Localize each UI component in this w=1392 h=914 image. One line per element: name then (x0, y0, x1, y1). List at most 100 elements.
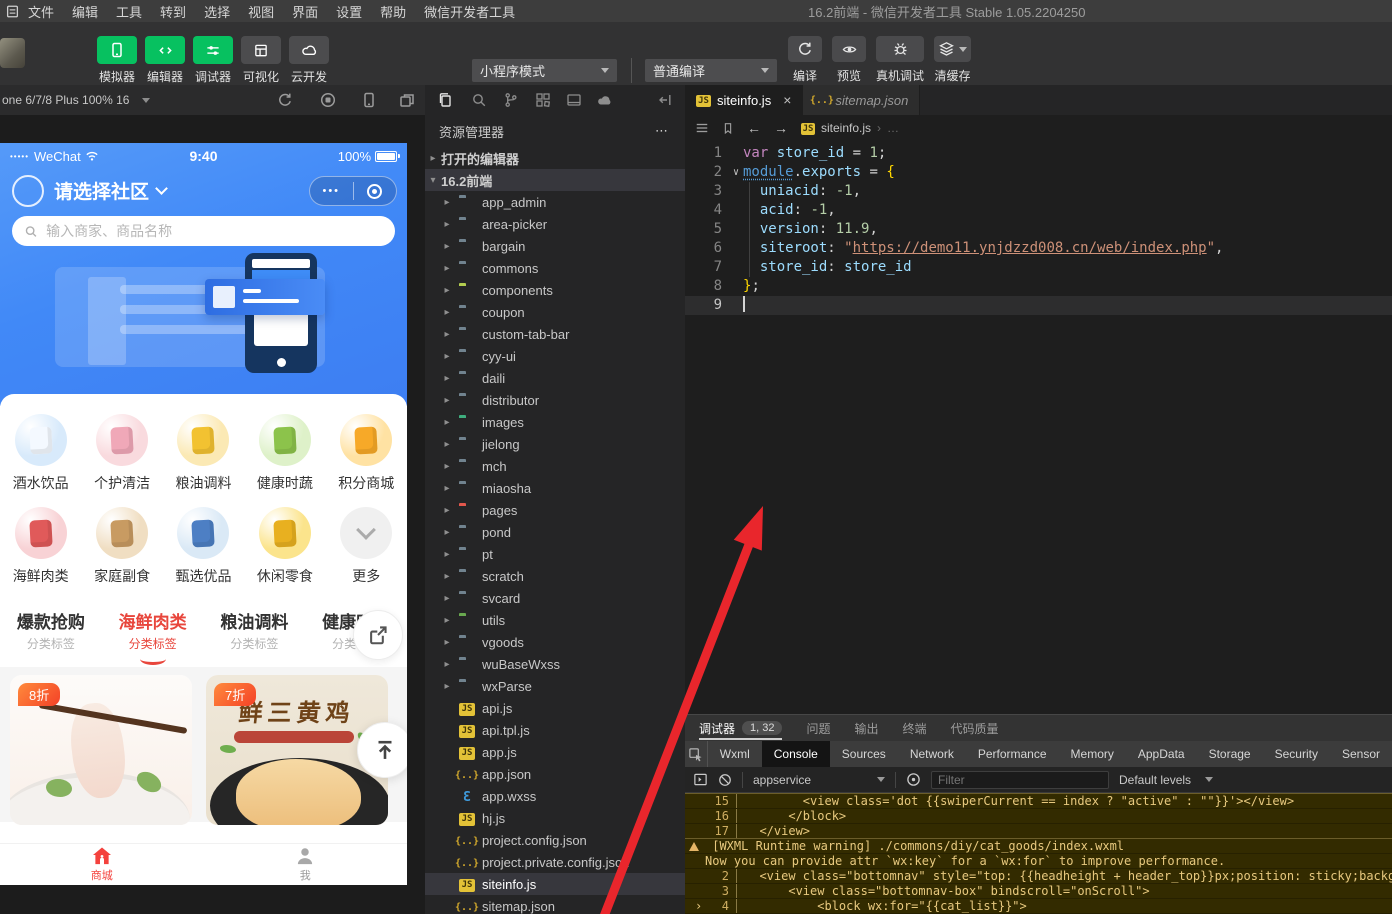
stop-icon[interactable] (320, 92, 336, 108)
category-item-更多[interactable]: 更多 (326, 507, 407, 586)
panel-tab-问题[interactable]: 问题 (806, 715, 830, 741)
menu-item-3[interactable]: 转到 (151, 2, 195, 21)
devtools-tab-Wxml[interactable]: Wxml (708, 741, 762, 767)
community-avatar[interactable] (12, 175, 44, 207)
toolbar-button-调试器[interactable]: 调试器 (191, 36, 235, 85)
console-row-1[interactable]: 16 </block> (685, 808, 1392, 823)
category-item-休闲零食[interactable]: 休闲零食 (244, 507, 325, 586)
more-actions-icon[interactable]: ⋯ (655, 123, 669, 139)
fold-icon[interactable]: ∨ (733, 163, 739, 182)
close-target-button[interactable] (354, 184, 397, 199)
menu-item-7[interactable]: 设置 (327, 2, 371, 21)
action-button-预览[interactable]: 预览 (832, 36, 866, 84)
menu-item-4[interactable]: 选择 (195, 2, 239, 21)
tree-item-jielong[interactable]: ▸jielong (425, 433, 685, 455)
share-button[interactable] (353, 610, 403, 660)
inspect-element-icon[interactable] (685, 741, 708, 767)
tree-item-sitemap.json[interactable]: {..}sitemap.json (425, 895, 685, 914)
menu-item-9[interactable]: 微信开发者工具 (415, 2, 524, 21)
community-title[interactable]: 请选择社区 (54, 177, 149, 204)
devtools-tab-Sources[interactable]: Sources (830, 741, 898, 767)
refresh-icon[interactable] (277, 92, 293, 108)
close-icon[interactable]: × (783, 92, 791, 108)
devtools-tab-Security[interactable]: Security (1263, 741, 1330, 767)
tree-item-area-picker[interactable]: ▸area-picker (425, 213, 685, 235)
action-button-真机调试[interactable]: 真机调试 (876, 36, 924, 84)
console-row-3[interactable]: [WXML Runtime warning] ./commons/diy/cat… (685, 838, 1392, 853)
eye-watch-icon[interactable] (906, 772, 921, 787)
sidebar-toggle-icon[interactable] (693, 772, 708, 787)
tree-item-distributor[interactable]: ▸distributor (425, 389, 685, 411)
tabbar-item-商城[interactable]: 商城 (0, 844, 204, 885)
tree-item-daili[interactable]: ▸daili (425, 367, 685, 389)
tree-item-custom-tab-bar[interactable]: ▸custom-tab-bar (425, 323, 685, 345)
menu-item-2[interactable]: 工具 (107, 2, 151, 21)
tree-item-components[interactable]: ▸components (425, 279, 685, 301)
back-arrow-icon[interactable]: ← (747, 120, 761, 136)
panel-tab-代码质量[interactable]: 代码质量 (951, 715, 999, 741)
menu-item-5[interactable]: 视图 (239, 2, 283, 21)
tree-item-coupon[interactable]: ▸coupon (425, 301, 685, 323)
breadcrumb-file[interactable]: JS siteinfo.js › … (801, 121, 899, 135)
remote-window-icon[interactable] (566, 92, 582, 108)
devtools-tab-Console[interactable]: Console (762, 741, 830, 767)
menu-item-8[interactable]: 帮助 (371, 2, 415, 21)
category-item-酒水饮品[interactable]: 酒水饮品 (0, 414, 81, 493)
devtools-tab-AppData[interactable]: AppData (1126, 741, 1197, 767)
console-output[interactable]: 15 <view class='dot {{swiperCurrent == i… (685, 793, 1392, 914)
toolbar-button-编辑器[interactable]: 编辑器 (143, 36, 187, 85)
category-item-健康时蔬[interactable]: 健康时蔬 (244, 414, 325, 493)
clear-console-icon[interactable] (718, 773, 732, 787)
tree-item-vgoods[interactable]: ▸vgoods (425, 631, 685, 653)
search-icon[interactable] (471, 92, 487, 108)
menu-item-1[interactable]: 编辑 (63, 2, 107, 21)
console-row-5[interactable]: 2 <view class="bottomnav" style="top: {{… (685, 868, 1392, 883)
tree-item-api.js[interactable]: JSapi.js (425, 697, 685, 719)
collapse-sidebar-icon[interactable] (657, 92, 673, 108)
category-item-个护清洁[interactable]: 个护清洁 (81, 414, 162, 493)
mode-select[interactable]: 小程序模式 (472, 59, 617, 82)
devtools-tab-Storage[interactable]: Storage (1197, 741, 1263, 767)
outline-list-icon[interactable] (695, 121, 709, 135)
tabbar-item-我[interactable]: 我 (204, 844, 408, 885)
tree-item-project.config.json[interactable]: {..}project.config.json (425, 829, 685, 851)
devtools-tab-Memory[interactable]: Memory (1059, 741, 1126, 767)
tree-item-hj.js[interactable]: JShj.js (425, 807, 685, 829)
tree-item-cyy-ui[interactable]: ▸cyy-ui (425, 345, 685, 367)
context-select[interactable]: appservice (753, 773, 885, 787)
expand-icon[interactable]: › (695, 899, 702, 913)
cloud-icon[interactable] (596, 92, 613, 108)
user-avatar[interactable] (0, 38, 25, 68)
more-menu-button[interactable]: ••• (310, 177, 353, 205)
tree-item-miaosha[interactable]: ▸miaosha (425, 477, 685, 499)
panel-tab-输出[interactable]: 输出 (855, 715, 879, 741)
code-area[interactable]: 1var store_id = 1;2∨module.exports = {3 … (685, 141, 1392, 315)
category-item-甄选优品[interactable]: 甄选优品 (163, 507, 244, 586)
phone-icon[interactable] (361, 92, 377, 108)
console-row-2[interactable]: 17 </view> (685, 823, 1392, 838)
tree-item-app.json[interactable]: {..}app.json (425, 763, 685, 785)
tree-item-svcard[interactable]: ▸svcard (425, 587, 685, 609)
tree-item-app_admin[interactable]: ▸app_admin (425, 191, 685, 213)
tree-item-pond[interactable]: ▸pond (425, 521, 685, 543)
tree-item-mch[interactable]: ▸mch (425, 455, 685, 477)
devtools-tab-Performance[interactable]: Performance (966, 741, 1059, 767)
tree-item-scratch[interactable]: ▸scratch (425, 565, 685, 587)
search-bar[interactable] (12, 216, 395, 246)
panel-tab-终端[interactable]: 终端 (903, 715, 927, 741)
device-selector[interactable]: one 6/7/8 Plus 100% 16 (2, 93, 150, 107)
tree-item-wuBaseWxss[interactable]: ▸wuBaseWxss (425, 653, 685, 675)
editor-tab-sitemap.json[interactable]: {..}sitemap.json (803, 85, 920, 115)
git-branch-icon[interactable] (503, 92, 519, 108)
toolbar-button-云开发[interactable]: 云开发 (287, 36, 331, 85)
tree-item-commons[interactable]: ▸commons (425, 257, 685, 279)
explorer-files-icon[interactable] (437, 92, 453, 108)
devtools-tab-Sensor[interactable]: Sensor (1330, 741, 1392, 767)
console-row-7[interactable]: 4› <block wx:for="{{cat_list}}"> (685, 898, 1392, 913)
action-button-清缓存[interactable]: 清缓存 (934, 36, 971, 84)
tag-tab-海鲜肉类[interactable]: 海鲜肉类分类标签 (102, 608, 204, 665)
product-card-1[interactable]: 8折 (10, 675, 192, 825)
tree-item-wxParse[interactable]: ▸wxParse (425, 675, 685, 697)
tree-item-utils[interactable]: ▸utils (425, 609, 685, 631)
console-row-6[interactable]: 3 <view class="bottomnav-box" bindscroll… (685, 883, 1392, 898)
